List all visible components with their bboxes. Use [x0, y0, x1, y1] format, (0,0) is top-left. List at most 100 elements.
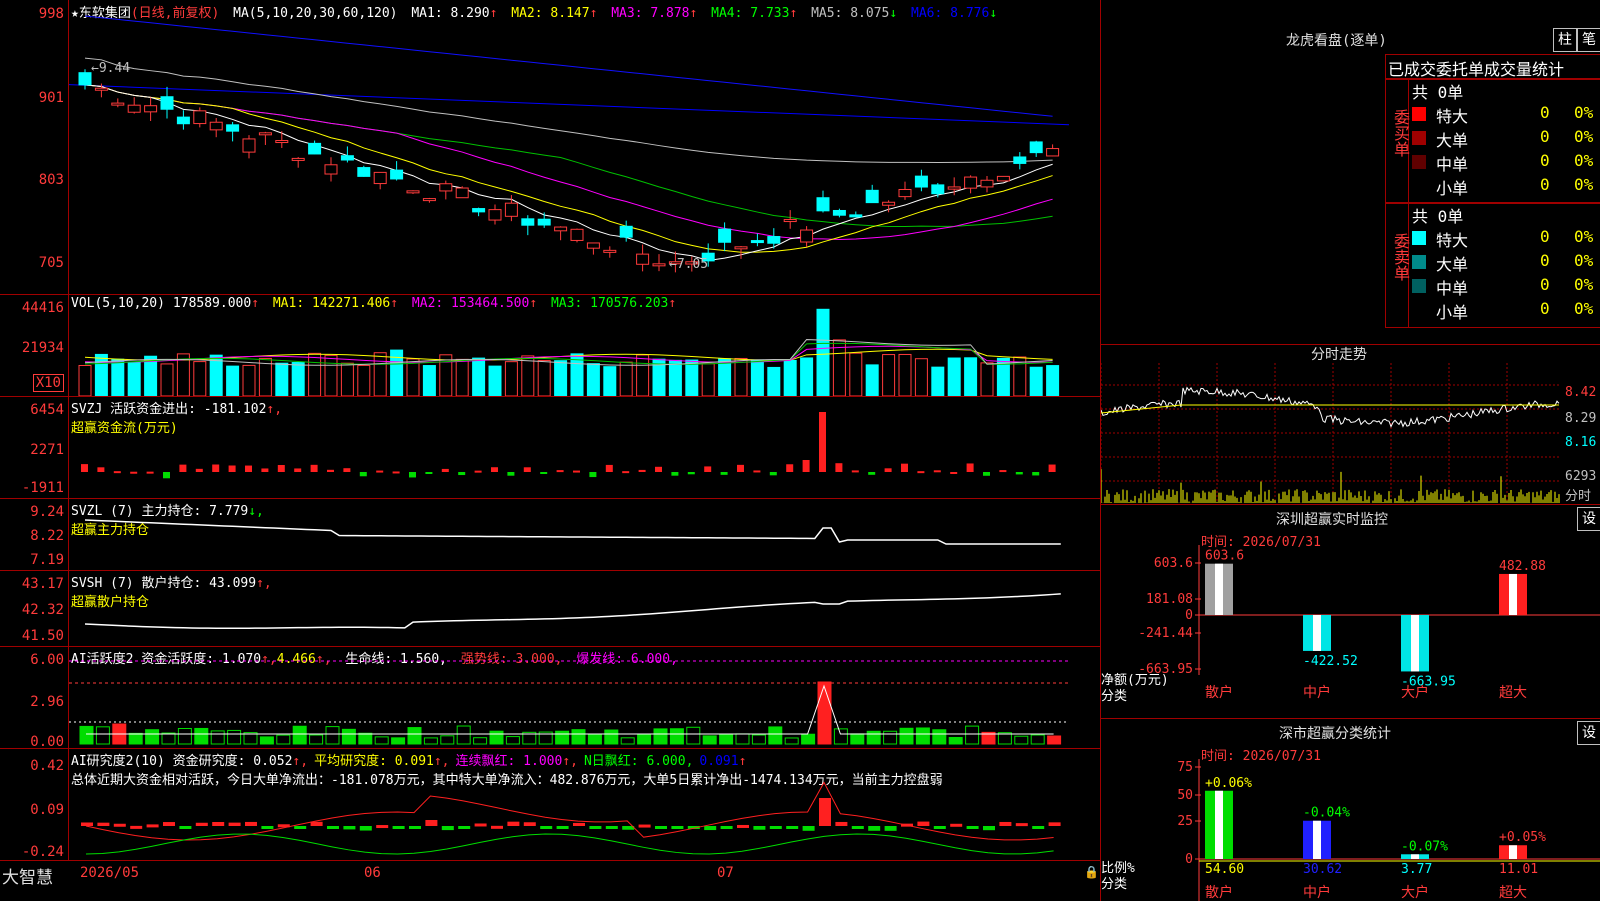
volume-bar: [619, 361, 633, 396]
research-bar: [474, 823, 487, 827]
svsh-panel[interactable]: 43.17 42.32 41.50 SVSH (7) 散户持仓: 43.099↑…: [0, 570, 1100, 647]
candle: [373, 171, 387, 185]
volume-bar: [422, 365, 436, 396]
svsh-chart[interactable]: [69, 570, 1099, 646]
flow-bar: [1048, 464, 1056, 472]
flow-bar: [458, 472, 466, 476]
y-tick: 2.96: [30, 694, 64, 710]
activity-bar: [145, 729, 160, 745]
activity-bar: [374, 736, 389, 745]
y-tick: 0.42: [30, 758, 64, 774]
research-bar: [753, 826, 766, 830]
volume-bar: [554, 360, 568, 396]
candle: [619, 225, 633, 238]
y-tick: 0: [1185, 852, 1193, 867]
candle: [554, 226, 568, 232]
sell-label: 委卖单: [1386, 203, 1410, 327]
flow-bar: [113, 471, 121, 474]
kline-chart[interactable]: ←9.44 ←7.05: [69, 0, 1099, 294]
volume-bar: [980, 362, 994, 396]
candle: [586, 242, 600, 249]
research-bar: [113, 823, 126, 827]
candle: [291, 157, 305, 161]
flow-bar: [310, 464, 318, 472]
ai-active-panel[interactable]: 6.00 2.96 0.00 AI活跃度2 资金活跃度: 1.070↑,4.46…: [0, 646, 1100, 750]
order-p: 0%: [1574, 127, 1594, 146]
lock-icon[interactable]: 🔒: [1084, 865, 1099, 879]
candle: [603, 249, 617, 253]
dragon-panel[interactable]: 龙虎看盘(逐单) 柱 笔 已成交 委托单 成交量统计 委买单 共 0单 特大 0 0…: [1100, 0, 1600, 344]
research-bar: [655, 826, 667, 829]
dragon-title: 龙虎看盘(逐单): [1286, 33, 1387, 49]
activity-bar: [177, 728, 192, 745]
ai-research-chart[interactable]: [69, 748, 1099, 860]
candle: [340, 155, 354, 161]
candle: [144, 105, 158, 113]
price-line: [1101, 386, 1560, 428]
bar-toggle-button[interactable]: 柱: [1553, 28, 1577, 52]
volume-bar: [193, 361, 207, 396]
flow-bar: [819, 412, 826, 472]
activity-bar: [423, 737, 438, 745]
tick-toggle-button[interactable]: 笔: [1577, 28, 1600, 52]
sz-monitor-title: 深圳超赢实时监控: [1276, 512, 1388, 528]
activity-bar: [358, 732, 373, 745]
ma-line: [84, 57, 1053, 163]
tab-volume-stats[interactable]: 成交量统计: [1484, 56, 1564, 80]
svsh-yaxis: 43.17 42.32 41.50: [0, 570, 69, 646]
y-tick: 7.19: [30, 552, 64, 568]
candle: [160, 96, 174, 110]
tab-orders[interactable]: 委托单: [1436, 56, 1484, 80]
y-tick: 0: [1185, 608, 1193, 623]
ratio-chart[interactable]: 75 50 25 0 +0.06% 散户 -0.04% 中户 -0.07% 大户 +0.05% 超大 5…: [1101, 759, 1600, 901]
flow-bar: [441, 468, 449, 472]
order-name: 中单: [1436, 155, 1469, 174]
net-amount-chart[interactable]: 603.6181.080-241.44-663.95603.6散户-422.52…: [1101, 545, 1600, 719]
flow-bar: [638, 469, 646, 472]
activity-bar: [194, 727, 209, 745]
activity-bar: [751, 734, 766, 745]
svzl-chart[interactable]: [69, 498, 1099, 570]
research-bar: [458, 826, 471, 829]
svzj-chart[interactable]: [69, 396, 1099, 498]
sz-classify-panel[interactable]: 深市超赢分类统计 设 时间: 2026/07/31 75 50 25 0 +0.06% 散…: [1100, 718, 1600, 901]
activity-bar: [325, 726, 340, 745]
activity-bar: [128, 732, 143, 745]
y-tick: -0.24: [21, 844, 64, 860]
activity-bar: [899, 727, 914, 745]
flow-bar: [786, 464, 794, 472]
volume-bar: [734, 357, 748, 396]
svzl-panel[interactable]: 9.24 8.22 7.19 SVZL (7) 主力持仓: 7.779↓, 超赢…: [0, 498, 1100, 571]
volume-bar: [636, 354, 650, 396]
candle: [176, 116, 190, 125]
volume-bar: [800, 357, 814, 396]
flow-bar: [523, 467, 531, 472]
volume-bar: [1046, 365, 1060, 396]
volume-panel[interactable]: 44416 21934 X10 VOL(5,10,20) 178589.000↑ …: [0, 294, 1100, 397]
flow-bar: [195, 468, 203, 472]
research-bar: [917, 821, 930, 826]
color-swatch: [1412, 231, 1426, 245]
intraday-chart[interactable]: [1101, 363, 1561, 503]
category-label: 超大: [1499, 685, 1527, 701]
ai-research-panel[interactable]: 0.42 0.09 -0.24 AI研究度2(10) 资金研究度: 0.052↑…: [0, 748, 1100, 860]
activity-bar: [571, 729, 586, 745]
y-tick: 8.22: [30, 528, 64, 544]
tab-filled[interactable]: 已成交: [1388, 56, 1436, 80]
flow-bar: [261, 468, 269, 472]
kline-panel[interactable]: 998 901 803 705 ★东软集团(日线,前复权) MA(5,10,20…: [0, 0, 1100, 295]
flow-bar: [687, 472, 695, 475]
svzj-panel[interactable]: 6454 2271 -1911 SVZJ 活跃资金进出: -181.102↑, …: [0, 396, 1100, 499]
research-bar: [556, 826, 569, 829]
kline-yaxis: 998 901 803 705: [0, 0, 69, 294]
ai-active-chart[interactable]: [69, 646, 1099, 748]
flow-bar: [556, 470, 564, 473]
sz-monitor-panel[interactable]: 深圳超赢实时监控 设 时间: 2026/07/31 603.6 181.08 0 -2…: [1100, 504, 1600, 719]
settings-button[interactable]: 设: [1577, 721, 1600, 745]
activity-bar: [850, 733, 865, 745]
intraday-panel[interactable]: 分时走势 8.42 8.29 8.16 6293 分时: [1100, 344, 1600, 505]
settings-button[interactable]: 设: [1577, 507, 1600, 531]
volume-chart[interactable]: [69, 294, 1099, 396]
flow-bar: [327, 469, 334, 472]
high-mark: ←9.44: [91, 61, 130, 76]
